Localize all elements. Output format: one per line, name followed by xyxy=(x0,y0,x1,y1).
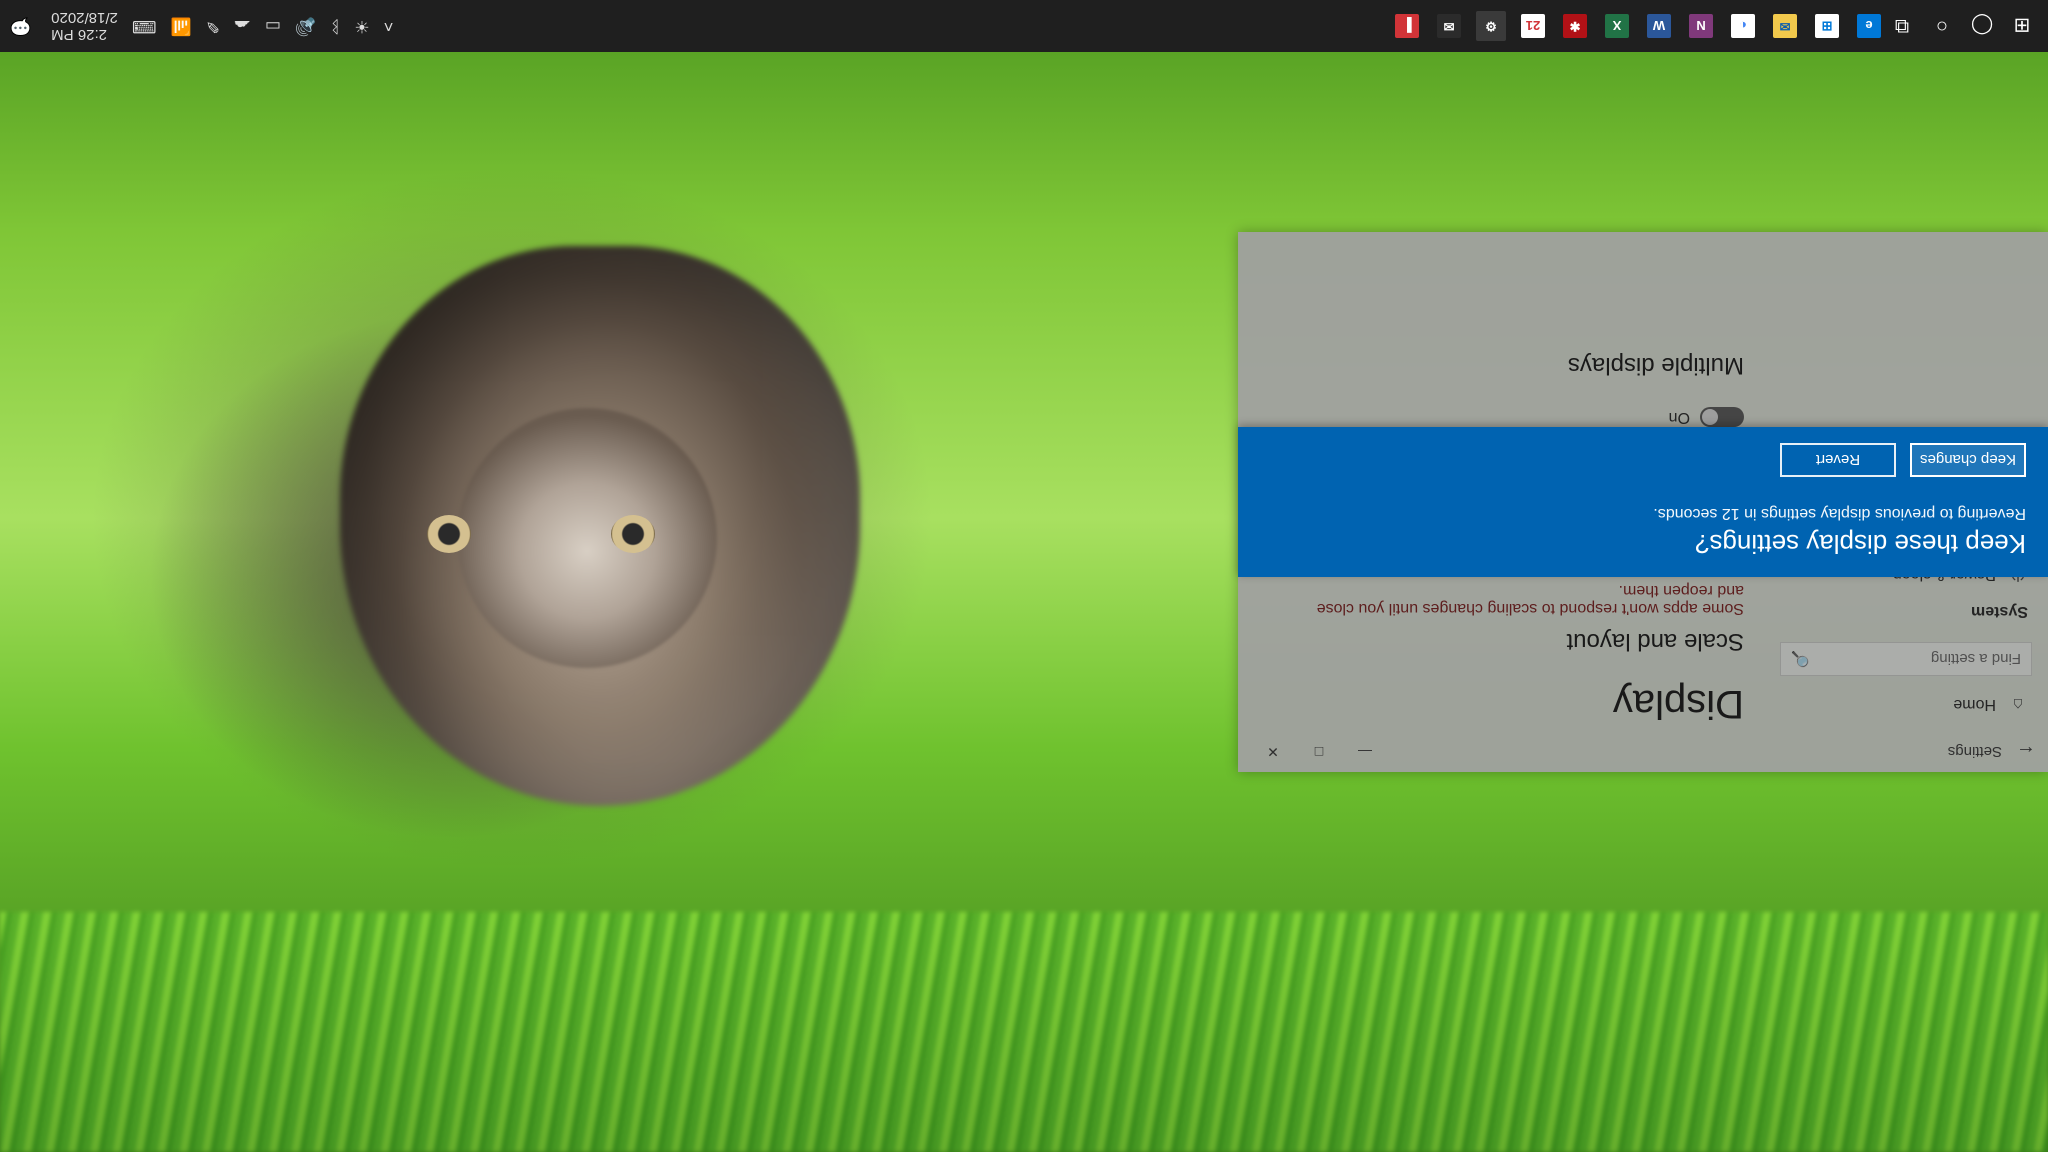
taskbar: ⊞ ◯ ○ ⧉ e ⊞ ✉ ◐ NWX ✱ 21 ⚙ ✉ ▌ ˄ ☀ ᛒ 🔊 ▭ ☁ ✎ 📶 ⌨ … xyxy=(0,0,2048,52)
taskbar-app-settings[interactable]: ⚙ xyxy=(1476,11,1506,41)
taskbar-app-store[interactable]: ⊞ xyxy=(1812,11,1842,41)
wallpaper-grass xyxy=(0,912,2048,1152)
settings-icon: ⚙ xyxy=(1479,14,1503,38)
tray-keyboard-icon[interactable]: ⌨ xyxy=(132,16,157,36)
mail-icon: ✉ xyxy=(1773,14,1797,38)
taskbar-apps: e ⊞ ✉ ◐ NWX ✱ 21 ⚙ ✉ ▌ xyxy=(1384,11,1884,41)
window-title: Settings xyxy=(1948,744,2002,761)
tray-wifi-icon[interactable]: 📶 xyxy=(170,16,191,36)
tray-onedrive-icon[interactable]: ☁ xyxy=(234,16,251,36)
taskbar-app-word[interactable]: W xyxy=(1644,11,1674,41)
tray-notifications-icon[interactable]: 💬 xyxy=(10,16,31,36)
taskbar-clock[interactable]: 2:26 PM 2/18/2020 xyxy=(45,9,118,44)
wallpaper-cat-face xyxy=(457,408,717,668)
todo-icon: ▌ xyxy=(1395,14,1419,38)
wallpaper-cat-eye xyxy=(427,515,471,553)
tray-pen-icon[interactable]: ✎ xyxy=(206,16,220,36)
page-title: Display xyxy=(1262,681,1744,726)
taskbar-app-excel[interactable]: X xyxy=(1602,11,1632,41)
scaling-warning: Some apps won't respond to scaling chang… xyxy=(1314,581,1744,617)
taskbar-app-pdf[interactable]: ✱ xyxy=(1560,11,1590,41)
settings-titlebar[interactable]: ← Settings — □ ✕ xyxy=(1238,732,2048,772)
keep-changes-button[interactable]: Keep changes xyxy=(1910,443,2026,477)
minimize-button[interactable]: — xyxy=(1342,732,1388,772)
pdf-icon: ✱ xyxy=(1563,14,1587,38)
search-placeholder: Find a setting xyxy=(1931,651,2021,668)
edge-icon: e xyxy=(1857,14,1881,38)
calendar-icon: 21 xyxy=(1521,14,1545,38)
banner-title: Keep these display settings? xyxy=(1260,528,2026,559)
clock-date: 2/18/2020 xyxy=(51,9,118,26)
tray-battery-icon[interactable]: ▭ xyxy=(265,16,281,36)
taskbar-app-chrome[interactable]: ◐ xyxy=(1728,11,1758,41)
start-button[interactable]: ⊞ xyxy=(2004,8,2040,44)
taskbar-app-calendar[interactable]: 21 xyxy=(1518,11,1548,41)
excel-icon: X xyxy=(1605,14,1629,38)
tray-chevron-icon[interactable]: ˄ xyxy=(384,16,394,36)
revert-button[interactable]: Revert xyxy=(1780,443,1896,477)
banner-body: Reverting to previous display settings i… xyxy=(1260,504,2026,522)
taskbar-app-edge[interactable]: e xyxy=(1854,11,1884,41)
sidebar-item-home[interactable]: ⌂ Home xyxy=(1768,684,2044,724)
system-tray: ˄ ☀ ᛒ 🔊 ▭ ☁ ✎ 📶 ⌨ 2:26 PM 2/18/2020 💬 xyxy=(0,9,404,44)
sidebar-group-system: System xyxy=(1768,596,2044,626)
rotation-lock-value: On xyxy=(1669,408,1690,426)
back-button[interactable]: ← xyxy=(2016,741,2036,764)
search-icon: 🔍 xyxy=(1791,650,1810,668)
onenote-icon: N xyxy=(1689,14,1713,38)
taskbar-app-junk[interactable]: ✉ xyxy=(1434,11,1464,41)
sidebar-item-label: Home xyxy=(1953,695,1996,713)
taskbar-app-mail[interactable]: ✉ xyxy=(1770,11,1800,41)
word-icon: W xyxy=(1647,14,1671,38)
taskbar-app-onenote[interactable]: N xyxy=(1686,11,1716,41)
home-icon: ⌂ xyxy=(2008,694,2028,714)
search-button[interactable]: ◯ xyxy=(1964,8,2000,44)
clock-time: 2:26 PM xyxy=(51,26,118,43)
cortana-button[interactable]: ○ xyxy=(1924,8,1960,44)
junk-icon: ✉ xyxy=(1437,14,1461,38)
section-multiple-displays: Multiple displays xyxy=(1262,351,1744,379)
taskbar-app-todo[interactable]: ▌ xyxy=(1392,11,1422,41)
task-view-button[interactable]: ⧉ xyxy=(1884,8,1920,44)
tray-bluetooth-icon[interactable]: ᛒ xyxy=(330,16,340,36)
maximize-button[interactable]: □ xyxy=(1296,732,1342,772)
tray-volume-icon[interactable]: 🔊 xyxy=(295,16,316,36)
chrome-icon: ◐ xyxy=(1731,14,1755,38)
tray-weather-icon[interactable]: ☀ xyxy=(354,16,369,36)
section-scale-layout: Scale and layout xyxy=(1262,627,1744,655)
sidebar-group-label: System xyxy=(1971,602,2028,620)
search-input[interactable]: Find a setting 🔍 xyxy=(1780,642,2032,676)
close-button[interactable]: ✕ xyxy=(1250,732,1296,772)
rotation-lock-toggle[interactable] xyxy=(1700,407,1744,427)
keep-settings-banner: Keep these display settings? Reverting t… xyxy=(1238,427,2048,577)
store-icon: ⊞ xyxy=(1815,14,1839,38)
